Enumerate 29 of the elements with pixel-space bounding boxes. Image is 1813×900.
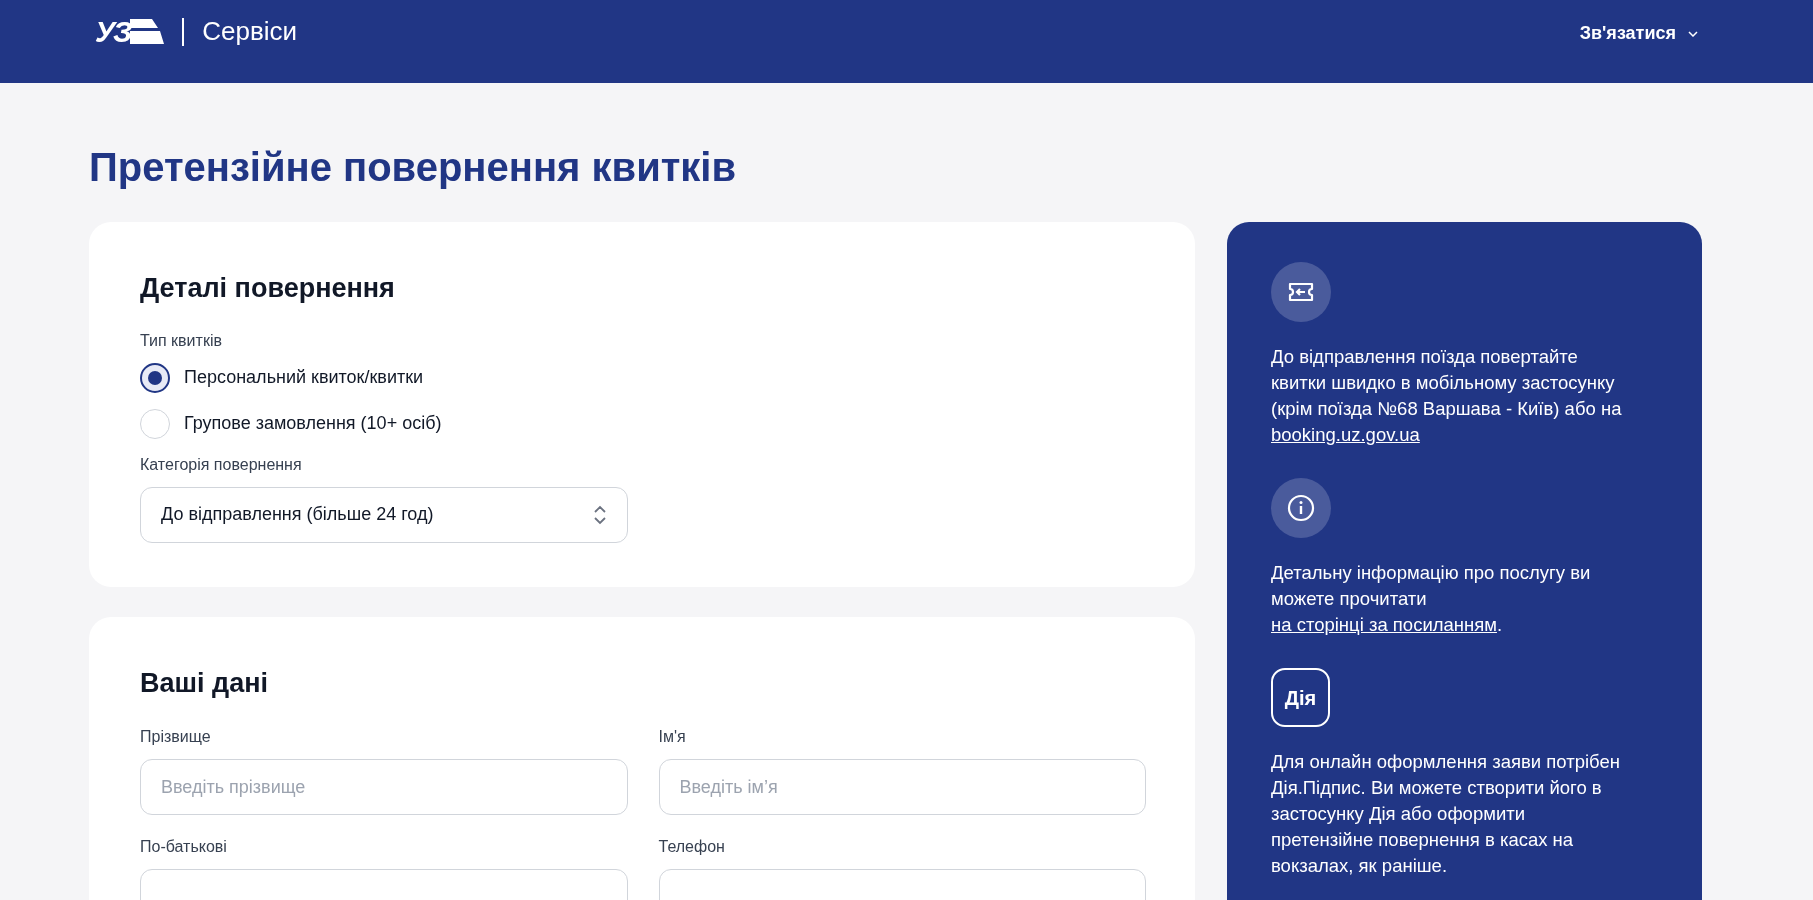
radio-label[interactable]: Персональний квиток/квитки bbox=[184, 364, 424, 391]
section-heading: Ваші дані bbox=[140, 666, 269, 700]
chevron-down-icon bbox=[1688, 30, 1698, 37]
info-text: Детальну інформацію про послугу ви можете прочитати на сторінці за посиланням. bbox=[1271, 561, 1592, 637]
field-label: Ім'я bbox=[658, 727, 687, 747]
diia-badge: Дія bbox=[1271, 668, 1330, 727]
input-field[interactable]: Введіть ім’я bbox=[658, 759, 1146, 815]
page-title: Претензійне повернення квитків bbox=[89, 144, 738, 191]
link[interactable]: на сторінці за посиланням bbox=[1271, 614, 1497, 635]
radio-label[interactable]: Групове замовлення (10+ осіб) bbox=[184, 410, 442, 437]
field-label: По-батькові bbox=[140, 837, 228, 857]
field-label: Прізвище bbox=[140, 727, 212, 747]
logo[interactable]: УЗ bbox=[95, 16, 165, 47]
section-title: Сервіси bbox=[202, 15, 297, 48]
field-label: Тип квитків bbox=[140, 330, 223, 351]
section-heading: Деталі повернення bbox=[140, 272, 396, 305]
radio-button[interactable] bbox=[140, 362, 170, 393]
rail-stripes-icon bbox=[130, 18, 165, 45]
field-label: Категорія повернення bbox=[140, 454, 303, 475]
info-icon bbox=[1287, 494, 1315, 522]
ticket-return-icon bbox=[1288, 282, 1314, 302]
category-select[interactable]: До відправлення (більше 24 год) bbox=[140, 486, 628, 543]
up-down-chevron-icon bbox=[593, 504, 607, 525]
info-text: Для онлайн оформлення заяви потрібен Дія.Підпис. Ви можете створити його в застосунку Дія або оформити претензійне повернення в касах на вокзалах, як раніше. bbox=[1271, 750, 1621, 878]
info-text: До відправлення поїзда повертайте квитки швидко в мобільному застосунку (крім поїзда №68 Варшава - Київ) або на booking.uz.gov.ua bbox=[1271, 345, 1623, 447]
input-field[interactable]: Введіть прізвище bbox=[140, 759, 628, 815]
field-label: Телефон bbox=[658, 837, 726, 857]
link[interactable]: booking.uz.gov.ua bbox=[1271, 424, 1420, 445]
contact-menu-button[interactable]: Зв'язатися bbox=[1579, 20, 1698, 47]
